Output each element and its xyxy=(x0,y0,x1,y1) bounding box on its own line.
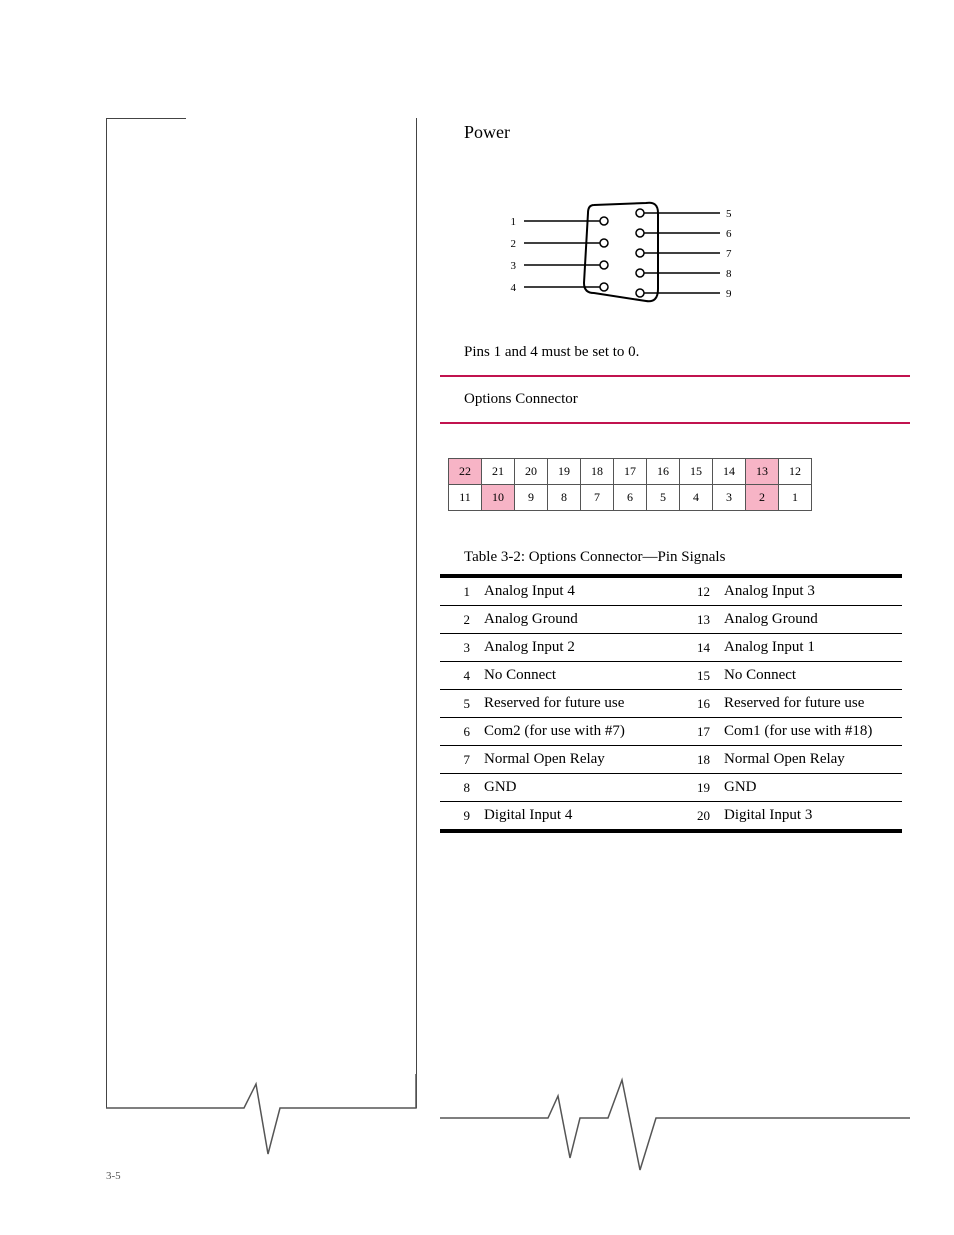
grid-cell: 15 xyxy=(680,459,713,485)
table-cell: 15 xyxy=(680,662,716,690)
table-cell: Com1 (for use with #18) xyxy=(716,718,902,746)
table-cell: GND xyxy=(716,774,902,802)
divider-red-1 xyxy=(440,375,910,377)
table-cell: Normal Open Relay xyxy=(716,746,902,774)
table-cell: 1 xyxy=(440,576,476,606)
table-cell: Reserved for future use xyxy=(476,690,680,718)
table-cell: Normal Open Relay xyxy=(476,746,680,774)
serial-pin-1: 1 xyxy=(511,216,517,228)
table-row: 3Analog Input 214Analog Input 1 xyxy=(440,634,902,662)
table-row: 5Reserved for future use16Reserved for f… xyxy=(440,690,902,718)
table-cell: Analog Input 1 xyxy=(716,634,902,662)
table-cell: 16 xyxy=(680,690,716,718)
grid-cell: 19 xyxy=(548,459,581,485)
pins-zero-note: Pins 1 and 4 must be set to 0. xyxy=(464,344,910,361)
table-row: 9Digital Input 420Digital Input 3 xyxy=(440,802,902,832)
grid-cell: 13 xyxy=(746,459,779,485)
table-cell: 13 xyxy=(680,606,716,634)
power-heading: Power xyxy=(464,122,910,143)
table-cell: 7 xyxy=(440,746,476,774)
table-cell: 5 xyxy=(440,690,476,718)
serial-pin-9: 9 xyxy=(726,288,732,300)
table-cell: Com2 (for use with #7) xyxy=(476,718,680,746)
table-cell: 14 xyxy=(680,634,716,662)
grid-cell: 5 xyxy=(647,485,680,511)
table-cell: Analog Input 2 xyxy=(476,634,680,662)
grid-cell: 2 xyxy=(746,485,779,511)
table-cell: Reserved for future use xyxy=(716,690,902,718)
table-cell: 4 xyxy=(440,662,476,690)
table-cell: Analog Ground xyxy=(476,606,680,634)
serial-pin-7: 7 xyxy=(726,248,732,260)
serial-pin-4: 4 xyxy=(511,282,517,294)
grid-cell: 14 xyxy=(713,459,746,485)
grid-cell: 7 xyxy=(581,485,614,511)
table-cell: 2 xyxy=(440,606,476,634)
ecg-decoration-right xyxy=(440,1074,910,1174)
table-cell: 12 xyxy=(680,576,716,606)
page-number: 3-5 xyxy=(106,1170,121,1182)
table-cell: 8 xyxy=(440,774,476,802)
grid-cell: 17 xyxy=(614,459,647,485)
left-top-horizontal-rule xyxy=(106,118,186,119)
grid-cell: 8 xyxy=(548,485,581,511)
table-cell: 19 xyxy=(680,774,716,802)
grid-cell: 10 xyxy=(482,485,515,511)
table-cell: Digital Input 3 xyxy=(716,802,902,832)
grid-cell: 22 xyxy=(449,459,482,485)
table-cell: Analog Ground xyxy=(716,606,902,634)
grid-cell: 16 xyxy=(647,459,680,485)
ecg-decoration-left xyxy=(106,1074,440,1164)
grid-cell: 20 xyxy=(515,459,548,485)
serial-pin-6: 6 xyxy=(726,228,732,240)
table-cell: 9 xyxy=(440,802,476,832)
table-row: 7Normal Open Relay18Normal Open Relay xyxy=(440,746,902,774)
grid-cell: 12 xyxy=(779,459,812,485)
table-cell: Analog Input 3 xyxy=(716,576,902,606)
serial-pin-2: 2 xyxy=(511,238,517,250)
table-cell: 18 xyxy=(680,746,716,774)
grid-cell: 1 xyxy=(779,485,812,511)
serial-pin-5: 5 xyxy=(726,208,732,220)
table-row: 8GND19GND xyxy=(440,774,902,802)
pinout-table: 1Analog Input 412Analog Input 32Analog G… xyxy=(440,574,902,833)
pinout-table-title: Table 3-2: Options Connector—Pin Signals xyxy=(464,549,910,566)
divider-red-2 xyxy=(440,422,910,424)
grid-cell: 9 xyxy=(515,485,548,511)
table-cell: 20 xyxy=(680,802,716,832)
grid-cell: 6 xyxy=(614,485,647,511)
left-vertical-rule xyxy=(106,118,107,1108)
table-cell: No Connect xyxy=(476,662,680,690)
table-cell: 3 xyxy=(440,634,476,662)
table-row: 6Com2 (for use with #7)17Com1 (for use w… xyxy=(440,718,902,746)
grid-cell: 11 xyxy=(449,485,482,511)
table-cell: Analog Input 4 xyxy=(476,576,680,606)
options-connector-grid: 22212019181716151413121110987654321 xyxy=(448,458,910,511)
table-cell: No Connect xyxy=(716,662,902,690)
table-row: 4No Connect15No Connect xyxy=(440,662,902,690)
serial-pin-8: 8 xyxy=(726,268,732,280)
main-content: Power xyxy=(440,122,910,833)
table-cell: GND xyxy=(476,774,680,802)
serial-pin-3: 3 xyxy=(511,260,517,272)
grid-cell: 4 xyxy=(680,485,713,511)
table-cell: 6 xyxy=(440,718,476,746)
options-connector-heading: Options Connector xyxy=(464,391,910,408)
table-cell: Digital Input 4 xyxy=(476,802,680,832)
table-row: 2Analog Ground13Analog Ground xyxy=(440,606,902,634)
grid-cell: 18 xyxy=(581,459,614,485)
table-cell: 17 xyxy=(680,718,716,746)
center-vertical-rule xyxy=(416,118,417,1108)
grid-cell: 21 xyxy=(482,459,515,485)
table-row: 1Analog Input 412Analog Input 3 xyxy=(440,576,902,606)
grid-cell: 3 xyxy=(713,485,746,511)
serial-connector-diagram: 1 2 3 4 5 6 7 8 9 xyxy=(464,193,910,318)
